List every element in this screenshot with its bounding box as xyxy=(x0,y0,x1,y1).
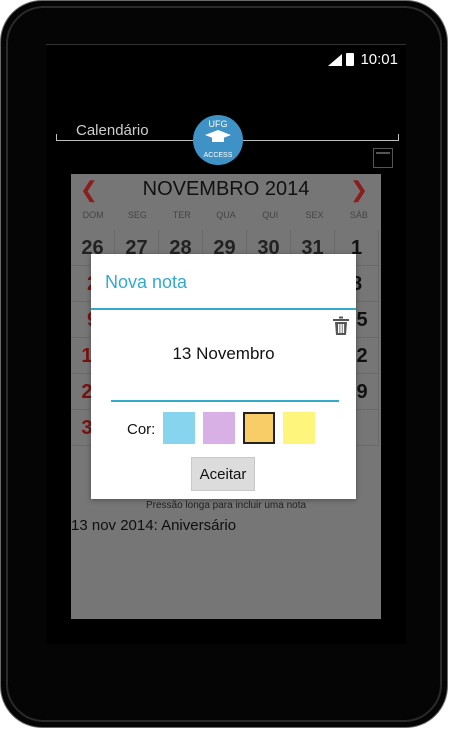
signal-icon xyxy=(328,54,342,66)
weekday-label: SEG xyxy=(127,210,147,220)
weekday-label: TER xyxy=(172,210,191,220)
long-press-hint: Pressão longa para incluir uma nota xyxy=(145,500,307,511)
new-note-dialog: Nova nota 13 Novembro Cor: Aceitar xyxy=(91,254,356,499)
weekday-label: QUA xyxy=(216,210,236,220)
calendar-event[interactable]: 13 nov 2014: Aniversário xyxy=(71,517,236,534)
app-title: Calendário xyxy=(76,122,149,139)
battery-icon xyxy=(346,53,354,66)
weekday-label: SÁB xyxy=(349,210,368,220)
trash-icon[interactable] xyxy=(332,316,350,336)
note-input[interactable] xyxy=(111,372,339,402)
accept-button[interactable]: Aceitar xyxy=(191,457,255,491)
dialog-date: 13 Novembro xyxy=(172,344,275,363)
color-label: Cor: xyxy=(127,421,156,438)
device-frame: 10:01 Calendário UFG ACCESS ❮ NOVEMBRO 2… xyxy=(0,0,448,728)
calendar-icon[interactable] xyxy=(373,148,393,168)
weekday-header: DOM SEG TER QUA QUI SEX SÁB xyxy=(71,210,381,226)
status-bar: 10:01 xyxy=(46,44,406,73)
logo-text: UFG xyxy=(208,119,228,129)
month-title: NOVEMBRO 2014 xyxy=(142,178,310,200)
graduation-cap-icon xyxy=(205,130,231,142)
month-header: ❮ NOVEMBRO 2014 ❯ xyxy=(71,174,381,208)
screen: 10:01 Calendário UFG ACCESS ❮ NOVEMBRO 2… xyxy=(46,44,406,644)
logo-subtext: ACCESS xyxy=(203,152,233,159)
color-swatch[interactable] xyxy=(283,412,315,444)
next-month-button[interactable]: ❯ xyxy=(347,177,371,203)
weekday-label: DOM xyxy=(82,210,104,220)
weekday-label: SEX xyxy=(305,210,324,220)
color-swatch[interactable] xyxy=(203,412,235,444)
color-swatch[interactable] xyxy=(243,412,275,444)
app-logo[interactable]: UFG ACCESS xyxy=(193,115,243,165)
status-time: 10:01 xyxy=(360,51,398,68)
dialog-title-divider xyxy=(91,308,356,310)
color-swatch[interactable] xyxy=(163,412,195,444)
weekday-label: QUI xyxy=(262,210,279,220)
dialog-title: Nova nota xyxy=(105,272,188,292)
